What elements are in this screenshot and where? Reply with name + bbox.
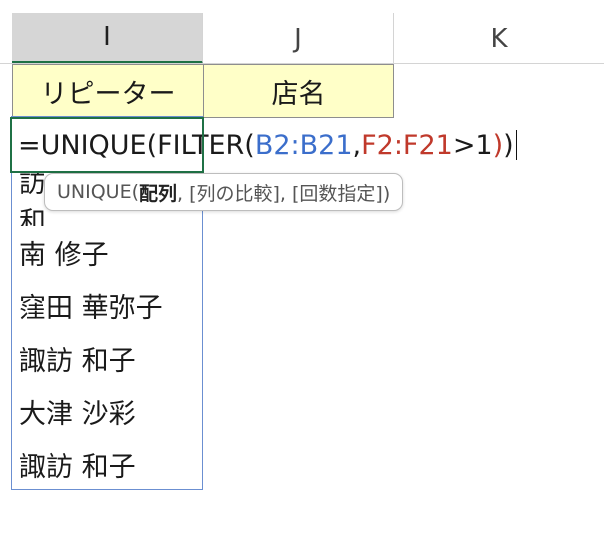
column-header-i[interactable]: I	[12, 13, 203, 64]
formula-condition: >1	[452, 129, 493, 161]
formula-ref-f: F2:F21	[361, 129, 453, 161]
column-header-j[interactable]: J	[203, 13, 394, 64]
header-label-repeater: リピーター	[40, 78, 176, 110]
column-label-i: I	[103, 22, 111, 52]
spill-cell-1[interactable]: 諏訪 和子	[12, 173, 44, 226]
function-tooltip[interactable]: UNIQUE(配列, [列の比較], [回数指定])	[44, 173, 404, 211]
formula-ref-b: B2:B21	[254, 129, 353, 161]
formula-prefix: =UNIQUE(FILTER(	[18, 129, 255, 161]
column-label-k: K	[490, 23, 508, 54]
spill-cell-3[interactable]: 窪田 華弥子	[12, 279, 202, 332]
column-header-k[interactable]: K	[394, 13, 604, 64]
spill-cell-5[interactable]: 大津 沙彩	[12, 385, 202, 438]
text-cursor	[515, 130, 517, 160]
spill-cell-4[interactable]: 諏訪 和子	[12, 332, 202, 385]
formula-comma: ,	[352, 129, 362, 161]
column-label-j: J	[294, 23, 302, 54]
tooltip-other-arguments: , [列の比較], [回数指定])	[177, 182, 391, 205]
tooltip-current-argument: 配列	[139, 182, 178, 205]
spill-cell-2[interactable]: 南 修子	[12, 226, 202, 279]
cell-i1-header[interactable]: リピーター	[12, 64, 204, 118]
formula-edit-cell[interactable]: =UNIQUE(FILTER(B2:B21, F2:F21 >1))	[12, 118, 568, 172]
spill-value-4: 諏訪 和子	[19, 346, 136, 377]
spill-value-6: 諏訪 和子	[19, 452, 136, 483]
spill-cell-6[interactable]: 諏訪 和子	[12, 438, 202, 491]
tooltip-function-name[interactable]: UNIQUE(	[57, 181, 139, 203]
formula-close-outer: )	[503, 129, 514, 161]
cell-j1-header[interactable]: 店名	[203, 64, 394, 118]
spill-value-1: 諏訪 和子	[19, 173, 44, 226]
header-label-store: 店名	[271, 78, 326, 110]
spill-value-5: 大津 沙彩	[19, 399, 136, 430]
formula-close-inner: )	[492, 129, 504, 161]
spill-value-3: 窪田 華弥子	[19, 293, 163, 324]
spill-value-2: 南 修子	[19, 240, 109, 271]
